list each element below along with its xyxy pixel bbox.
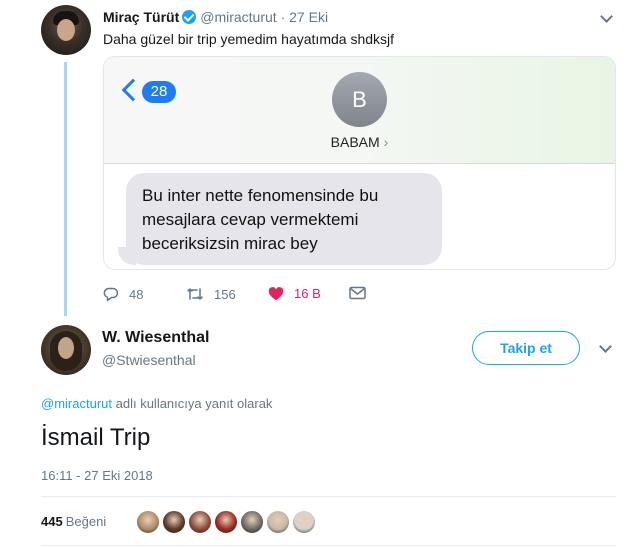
reply-context-text: adlı kullanıcıya yanıt olarak xyxy=(115,396,273,411)
liker-avatar[interactable] xyxy=(188,510,212,534)
like-count: 16 B xyxy=(294,286,321,301)
author-handle[interactable]: @miracturut xyxy=(200,9,276,25)
contact-name: BABAM › xyxy=(104,134,615,150)
imessage-header: 28 B BABAM › xyxy=(104,57,615,164)
retweet-count: 156 xyxy=(214,286,236,302)
liker-avatar[interactable] xyxy=(292,510,316,534)
tweet-date[interactable]: 27 Eki xyxy=(289,9,328,25)
like-button[interactable]: 16 B xyxy=(268,286,321,301)
liker-avatar[interactable] xyxy=(162,510,186,534)
tweet-media-image[interactable]: 28 B BABAM › Bu inter nette fenomensinde … xyxy=(103,56,616,270)
liker-avatar[interactable] xyxy=(240,510,264,534)
unread-count-badge: 28 xyxy=(142,81,176,103)
avatar[interactable] xyxy=(41,325,91,375)
likes-stat-label: Beğeni xyxy=(65,514,107,529)
divider xyxy=(41,496,616,497)
retweet-icon xyxy=(187,288,203,300)
verified-badge-icon xyxy=(182,10,197,24)
message-bubble: Bu inter nette fenomensinde bu mesajlara… xyxy=(126,173,442,265)
liker-avatar[interactable] xyxy=(214,510,238,534)
tweet-text: Daha güzel bir trip yemedim hayatımda sh… xyxy=(103,31,395,47)
chevron-down-icon[interactable] xyxy=(599,340,612,353)
chevron-right-icon: › xyxy=(383,134,389,150)
dot-separator: · xyxy=(280,9,286,25)
direct-message-button[interactable] xyxy=(349,286,376,300)
heart-icon xyxy=(268,287,284,301)
author-name[interactable]: Miraç Türüt xyxy=(103,9,179,25)
avatar-face xyxy=(57,19,75,41)
reply-count: 48 xyxy=(129,286,144,302)
likes-stat-count: 445 xyxy=(41,514,63,529)
message-line: mesajlara cevap vermektemi xyxy=(142,210,359,229)
back-chevron-icon xyxy=(121,78,145,102)
envelope-icon xyxy=(349,286,366,300)
contact-avatar: B xyxy=(332,72,387,127)
retweet-button[interactable]: 156 xyxy=(186,286,236,302)
tweet-timestamp[interactable]: 16:11 - 27 Eki 2018 xyxy=(41,468,153,483)
message-line: Bu inter nette fenomensinde bu xyxy=(142,186,379,205)
avatar[interactable] xyxy=(41,5,91,55)
thread-connector-line xyxy=(64,62,67,316)
reply-icon xyxy=(103,287,119,302)
likes-stat[interactable]: 445 Beğeni xyxy=(41,514,106,529)
liker-avatar[interactable] xyxy=(136,510,160,534)
liker-avatar[interactable] xyxy=(266,510,290,534)
reply-button[interactable]: 48 xyxy=(103,286,143,302)
follow-button[interactable]: Takip et xyxy=(472,331,580,365)
reply-context: @miracturut adlı kullanıcıya yanıt olara… xyxy=(41,396,272,411)
chevron-down-icon[interactable] xyxy=(600,10,613,23)
author-name[interactable]: W. Wiesenthal xyxy=(102,329,209,347)
tweet-header: Miraç Türüt @miracturut · 27 Eki xyxy=(103,9,328,25)
author-handle[interactable]: @Stwiesenthal xyxy=(102,352,196,368)
divider xyxy=(41,545,616,546)
tweet-text: İsmail Trip xyxy=(41,424,151,451)
avatar-face xyxy=(58,337,74,359)
contact-name-label: BABAM xyxy=(330,134,380,150)
message-line: beceriksizsin mirac bey xyxy=(142,234,318,253)
reply-mention-link[interactable]: @miracturut xyxy=(41,396,112,411)
